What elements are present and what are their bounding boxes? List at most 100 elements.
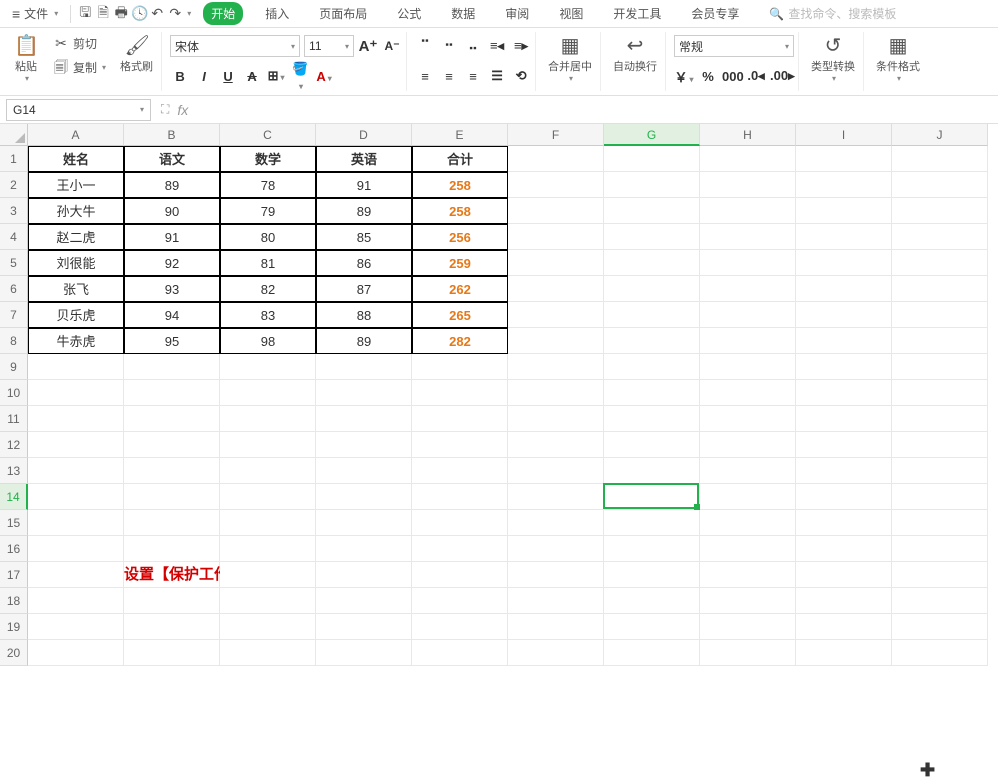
cell-J5[interactable]: [892, 250, 988, 276]
cell-G17[interactable]: [604, 562, 700, 588]
decrease-font-button[interactable]: A⁻: [382, 39, 402, 53]
cell-A18[interactable]: [28, 588, 124, 614]
align-bottom-button[interactable]: ⠤: [463, 38, 483, 54]
cell-I13[interactable]: [796, 458, 892, 484]
cell-B12[interactable]: [124, 432, 220, 458]
cell-D4[interactable]: 85: [316, 224, 412, 250]
row-header-18[interactable]: 18: [0, 588, 28, 614]
cell-D9[interactable]: [316, 354, 412, 380]
cell-H18[interactable]: [700, 588, 796, 614]
tab-数据[interactable]: 数据: [443, 2, 483, 25]
cell-C20[interactable]: [220, 640, 316, 666]
cell-G12[interactable]: [604, 432, 700, 458]
cell-G13[interactable]: [604, 458, 700, 484]
row-header-11[interactable]: 11: [0, 406, 28, 432]
justify-button[interactable]: ☰: [487, 68, 507, 84]
paste-button[interactable]: 📋 粘贴▾: [10, 32, 42, 91]
cell-D10[interactable]: [316, 380, 412, 406]
col-header-B[interactable]: B: [124, 124, 220, 146]
align-middle-button[interactable]: ⠒: [439, 38, 459, 54]
cell-C15[interactable]: [220, 510, 316, 536]
row-header-15[interactable]: 15: [0, 510, 28, 536]
align-right-button[interactable]: ≡: [463, 69, 483, 84]
fill-color-button[interactable]: 🪣▾: [290, 61, 310, 92]
cell-H13[interactable]: [700, 458, 796, 484]
cell-J16[interactable]: [892, 536, 988, 562]
cell-C7[interactable]: 83: [220, 302, 316, 328]
cell-I20[interactable]: [796, 640, 892, 666]
cell-E1[interactable]: 合计: [412, 146, 508, 172]
col-header-H[interactable]: H: [700, 124, 796, 146]
cell-E17[interactable]: [412, 562, 508, 588]
comma-button[interactable]: 000: [722, 69, 742, 84]
cell-D16[interactable]: [316, 536, 412, 562]
cell-E8[interactable]: 282: [412, 328, 508, 354]
col-header-F[interactable]: F: [508, 124, 604, 146]
cell-D19[interactable]: [316, 614, 412, 640]
row-header-14[interactable]: 14: [0, 484, 28, 510]
cell-G9[interactable]: [604, 354, 700, 380]
cell-D15[interactable]: [316, 510, 412, 536]
font-color-button[interactable]: A▾: [314, 69, 334, 84]
cell-I19[interactable]: [796, 614, 892, 640]
col-header-A[interactable]: A: [28, 124, 124, 146]
cell-A17[interactable]: [28, 562, 124, 588]
cell-F3[interactable]: [508, 198, 604, 224]
cell-C2[interactable]: 78: [220, 172, 316, 198]
fullscreen-icon[interactable]: ⛶: [161, 102, 169, 117]
cell-J2[interactable]: [892, 172, 988, 198]
cell-I9[interactable]: [796, 354, 892, 380]
cell-J20[interactable]: [892, 640, 988, 666]
row-header-12[interactable]: 12: [0, 432, 28, 458]
col-header-E[interactable]: E: [412, 124, 508, 146]
cell-H7[interactable]: [700, 302, 796, 328]
cell-E7[interactable]: 265: [412, 302, 508, 328]
cell-D11[interactable]: [316, 406, 412, 432]
cell-G5[interactable]: [604, 250, 700, 276]
merge-button[interactable]: ▦ 合并居中▾: [544, 32, 596, 85]
col-header-C[interactable]: C: [220, 124, 316, 146]
cell-F6[interactable]: [508, 276, 604, 302]
cell-F1[interactable]: [508, 146, 604, 172]
cell-E15[interactable]: [412, 510, 508, 536]
cell-H6[interactable]: [700, 276, 796, 302]
row-header-8[interactable]: 8: [0, 328, 28, 354]
cell-C1[interactable]: 数学: [220, 146, 316, 172]
cell-A15[interactable]: [28, 510, 124, 536]
italic-button[interactable]: I: [194, 69, 214, 84]
cell-D20[interactable]: [316, 640, 412, 666]
cell-D6[interactable]: 87: [316, 276, 412, 302]
cell-J1[interactable]: [892, 146, 988, 172]
row-header-7[interactable]: 7: [0, 302, 28, 328]
cell-C3[interactable]: 79: [220, 198, 316, 224]
indent-dec-button[interactable]: ≡◂: [487, 38, 507, 54]
format-painter-button[interactable]: 🖌 格式刷: [116, 32, 157, 91]
cell-D17[interactable]: [316, 562, 412, 588]
cell-G1[interactable]: [604, 146, 700, 172]
font-name-select[interactable]: 宋体▾: [170, 35, 300, 57]
name-box[interactable]: G14 ▾: [6, 99, 151, 121]
cell-H20[interactable]: [700, 640, 796, 666]
fx-icon[interactable]: fx: [177, 102, 188, 118]
tab-插入[interactable]: 插入: [257, 2, 297, 25]
cell-C18[interactable]: [220, 588, 316, 614]
cell-A2[interactable]: 王小一: [28, 172, 124, 198]
cell-H17[interactable]: [700, 562, 796, 588]
cell-C6[interactable]: 82: [220, 276, 316, 302]
bold-button[interactable]: B: [170, 69, 190, 84]
cell-E16[interactable]: [412, 536, 508, 562]
cell-B1[interactable]: 语文: [124, 146, 220, 172]
tab-会员专享[interactable]: 会员专享: [683, 2, 747, 25]
cell-B10[interactable]: [124, 380, 220, 406]
cells-area[interactable]: 姓名语文数学英语合计王小一897891258孙大牛907989258赵二虎918…: [28, 146, 998, 666]
cell-C17[interactable]: [220, 562, 316, 588]
wrap-button[interactable]: ↩ 自动换行: [609, 32, 661, 76]
cell-D12[interactable]: [316, 432, 412, 458]
cell-H8[interactable]: [700, 328, 796, 354]
cell-C5[interactable]: 81: [220, 250, 316, 276]
cell-G7[interactable]: [604, 302, 700, 328]
saveas-icon[interactable]: 🗎: [95, 2, 111, 26]
cell-A10[interactable]: [28, 380, 124, 406]
cell-I4[interactable]: [796, 224, 892, 250]
copy-button[interactable]: 🗐复制▾: [48, 56, 110, 78]
